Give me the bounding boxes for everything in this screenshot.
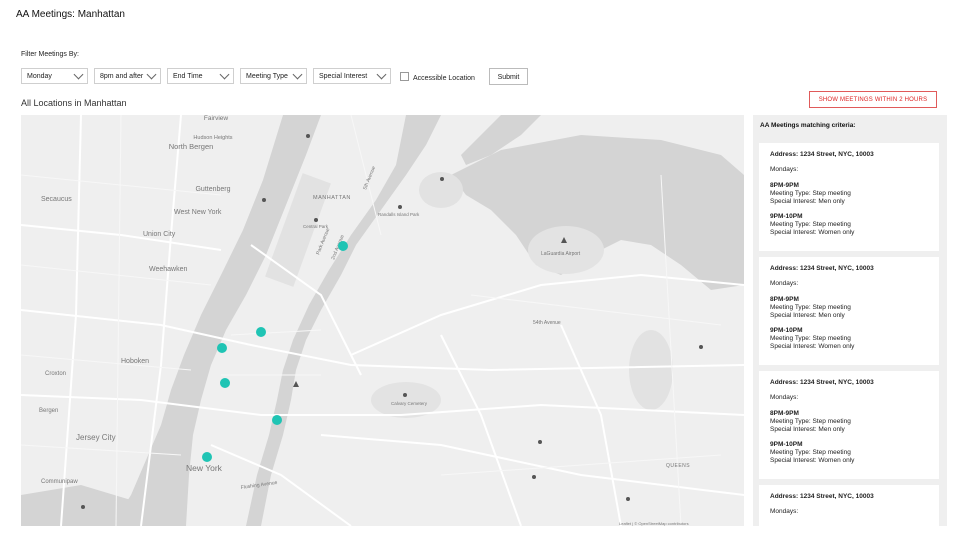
- chevron-down-icon: [219, 69, 230, 80]
- results-title: AA Meetings matching criteria:: [760, 122, 856, 129]
- park-icon: [306, 134, 310, 138]
- map-label-secaucus: Secaucus: [41, 196, 72, 203]
- meeting-marker-1[interactable]: [338, 241, 348, 251]
- park-icon: [262, 198, 266, 202]
- meeting-type-select[interactable]: Meeting Type: [240, 68, 307, 84]
- map[interactable]: Fairview Hudson Heights North Bergen Gut…: [21, 115, 744, 526]
- flushing-meadows: [629, 330, 673, 410]
- map-label-hudson-heights: Hudson Heights: [193, 135, 232, 141]
- meeting-interest: Special Interest: Men only: [770, 198, 845, 205]
- meeting-interest: Special Interest: Men only: [770, 426, 845, 433]
- chevron-down-icon: [292, 69, 303, 80]
- map-label-weehawken: Weehawken: [149, 266, 188, 273]
- meeting-day: Mondays:: [770, 280, 799, 287]
- map-label-queens: QUEENS: [666, 463, 690, 469]
- meeting-marker-6[interactable]: [202, 452, 212, 462]
- chevron-down-icon: [376, 69, 387, 80]
- meeting-interest: Special Interest: Women only: [770, 343, 855, 350]
- map-label-bergen: Bergen: [39, 408, 58, 414]
- meeting-card[interactable]: Address: 1234 Street, NYC, 10003 Mondays…: [759, 143, 939, 251]
- meeting-type: Meeting Type: Step meeting: [770, 190, 851, 197]
- cemetery-icon: [403, 393, 407, 397]
- show-meetings-within-2-hours-button[interactable]: SHOW MEETINGS WITHIN 2 HOURS: [809, 91, 937, 108]
- park-icon: [314, 218, 318, 222]
- meeting-type: Meeting Type: Step meeting: [770, 221, 851, 228]
- map-label-manhattan: MANHATTAN: [313, 195, 351, 201]
- map-label-calvary-cemetery: Calvary Cemetery: [391, 401, 428, 406]
- meeting-address: Address: 1234 Street, NYC, 10003: [770, 151, 874, 158]
- end-time-select[interactable]: End Time: [167, 68, 234, 84]
- meeting-time: 9PM-10PM: [770, 327, 803, 334]
- special-interest-select-value: Special Interest: [319, 73, 368, 80]
- map-label-communipaw: Communipaw: [41, 479, 78, 485]
- meeting-marker-3[interactable]: [217, 343, 227, 353]
- meeting-interest: Special Interest: Women only: [770, 229, 855, 236]
- accessible-location-checkbox[interactable]: [400, 72, 409, 81]
- meeting-address: Address: 1234 Street, NYC, 10003: [770, 265, 874, 272]
- meeting-card[interactable]: Address: 1234 Street, NYC, 10003 Mondays…: [759, 371, 939, 479]
- meeting-day: Mondays:: [770, 508, 799, 515]
- meeting-marker-2[interactable]: [256, 327, 266, 337]
- meeting-card[interactable]: Address: 1234 Street, NYC, 10003 Mondays…: [759, 257, 939, 365]
- chevron-down-icon: [73, 69, 84, 80]
- map-label-54th-avenue: 54th Avenue: [533, 320, 561, 326]
- start-time-select-value: 8pm and after: [100, 73, 144, 80]
- meeting-day: Mondays:: [770, 394, 799, 401]
- special-interest-select[interactable]: Special Interest: [313, 68, 391, 84]
- day-select-value: Monday: [27, 73, 52, 80]
- map-label-hoboken: Hoboken: [121, 358, 149, 365]
- meeting-marker-4[interactable]: [220, 378, 230, 388]
- results-panel: AA Meetings matching criteria: Address: …: [753, 115, 947, 526]
- meeting-marker-5[interactable]: [272, 415, 282, 425]
- map-label-west-new-york: West New York: [174, 209, 222, 216]
- meeting-type: Meeting Type: Step meeting: [770, 335, 851, 342]
- map-label-north-bergen: North Bergen: [169, 142, 214, 151]
- map-canvas[interactable]: Fairview Hudson Heights North Bergen Gut…: [21, 115, 744, 526]
- meeting-time: 8PM-9PM: [770, 296, 799, 303]
- accessible-location-option[interactable]: Accessible Location: [400, 72, 475, 82]
- map-label-union-city: Union City: [143, 231, 176, 238]
- map-label-fairview: Fairview: [204, 115, 229, 122]
- meeting-type-select-value: Meeting Type: [246, 73, 288, 80]
- meeting-time: 8PM-9PM: [770, 182, 799, 189]
- meeting-time: 8PM-9PM: [770, 410, 799, 417]
- laguardia-area: [528, 226, 604, 274]
- park-icon: [699, 345, 703, 349]
- park-icon: [626, 497, 630, 501]
- park-icon: [538, 440, 542, 444]
- meeting-type: Meeting Type: Step meeting: [770, 304, 851, 311]
- meeting-address: Address: 1234 Street, NYC, 10003: [770, 493, 874, 500]
- end-time-select-value: End Time: [173, 73, 203, 80]
- meeting-type: Meeting Type: Step meeting: [770, 449, 851, 456]
- map-label-laguardia: LaGuardia Airport: [541, 251, 581, 257]
- submit-button[interactable]: Submit: [489, 68, 528, 85]
- meeting-address: Address: 1234 Street, NYC, 10003: [770, 379, 874, 386]
- chevron-down-icon: [146, 69, 157, 80]
- map-label-guttenberg: Guttenberg: [195, 186, 230, 193]
- park-icon: [398, 205, 402, 209]
- meeting-time: 9PM-10PM: [770, 213, 803, 220]
- park-icon: [440, 177, 444, 181]
- filter-label: Filter Meetings By:: [21, 51, 79, 58]
- meeting-card[interactable]: Address: 1234 Street, NYC, 10003 Mondays…: [759, 485, 939, 526]
- meeting-type: Meeting Type: Step meeting: [770, 418, 851, 425]
- map-label-randalls-island-park: Randalls Island Park: [378, 212, 420, 217]
- map-label-jersey-city: Jersey City: [76, 433, 116, 442]
- map-label-croxton: Croxton: [45, 371, 66, 377]
- accessible-location-label: Accessible Location: [413, 75, 475, 82]
- meeting-time: 9PM-10PM: [770, 441, 803, 448]
- park-icon: [81, 505, 85, 509]
- map-label-new-york: New York: [186, 463, 223, 473]
- meeting-interest: Special Interest: Women only: [770, 457, 855, 464]
- map-attribution[interactable]: Leaflet | © OpenStreetMap contributors: [619, 521, 689, 526]
- day-select[interactable]: Monday: [21, 68, 88, 84]
- map-section-title: All Locations in Manhattan: [21, 98, 127, 108]
- meeting-day: Mondays:: [770, 166, 799, 173]
- start-time-select[interactable]: 8pm and after: [94, 68, 161, 84]
- page-title: AA Meetings: Manhattan: [16, 9, 125, 20]
- park-icon: [532, 475, 536, 479]
- meeting-interest: Special Interest: Men only: [770, 312, 845, 319]
